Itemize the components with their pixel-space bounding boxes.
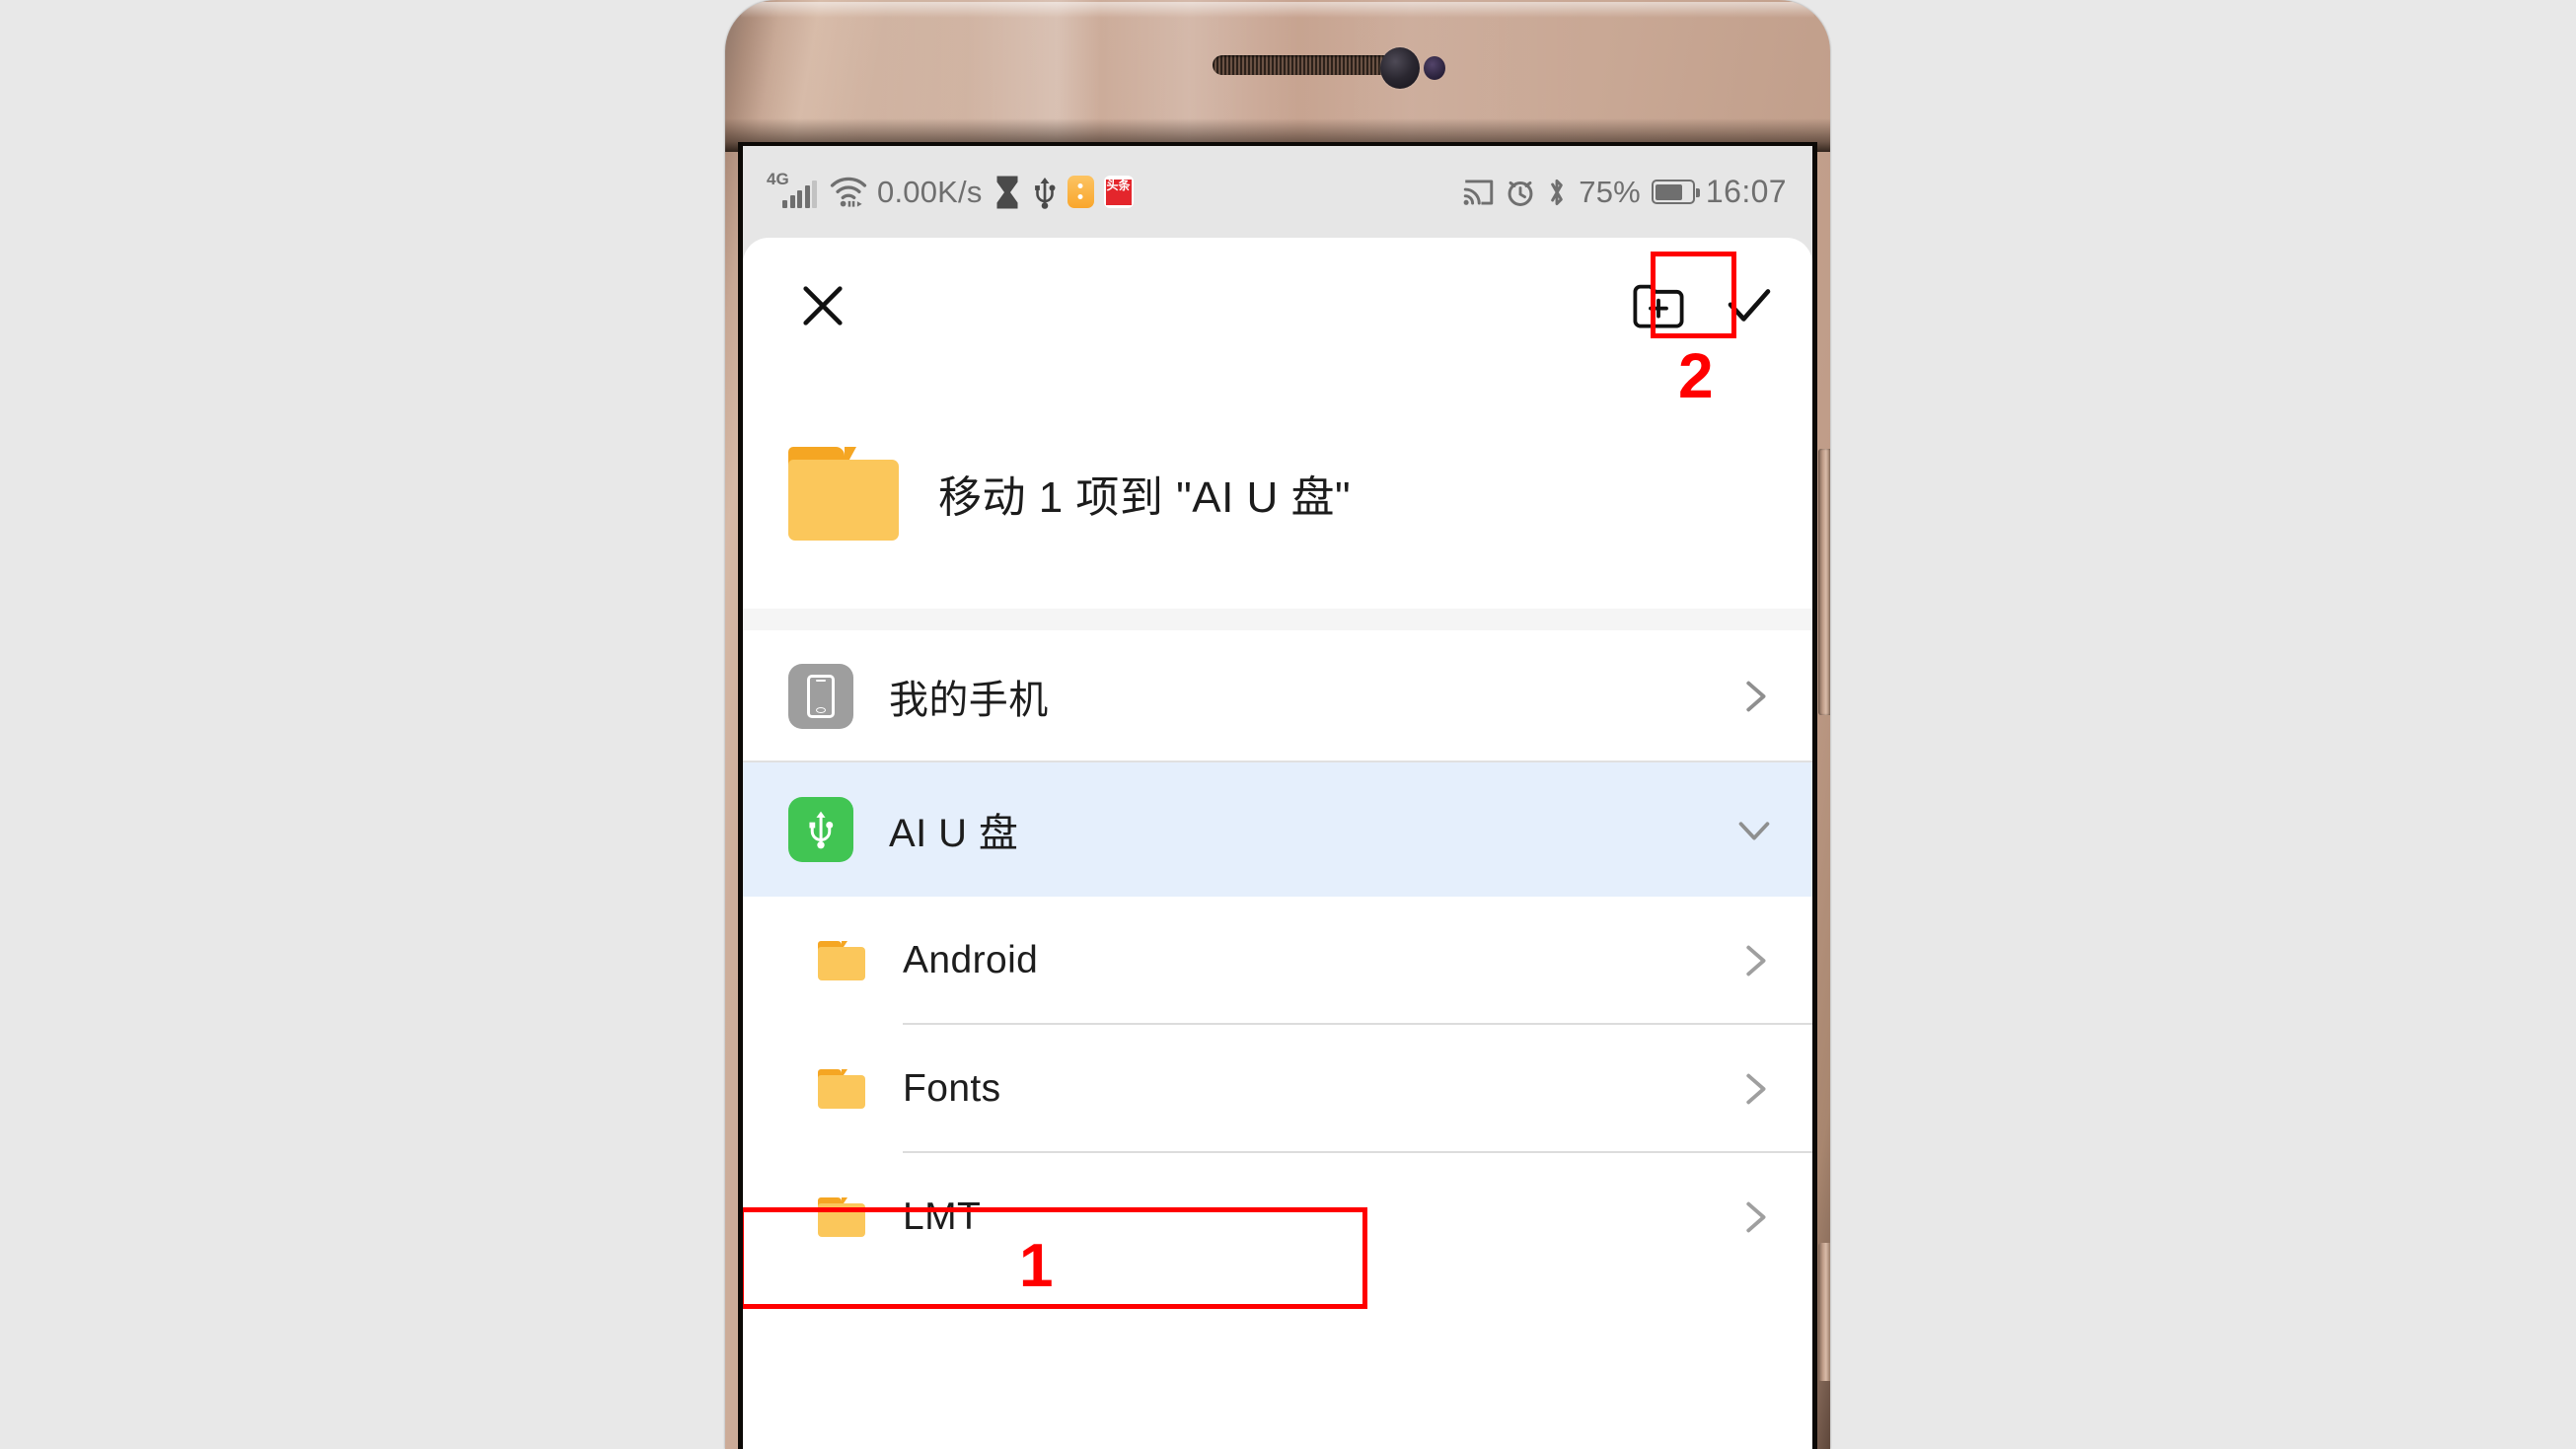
new-folder-icon xyxy=(1631,281,1686,335)
front-camera-icon xyxy=(1380,47,1420,89)
list-item-label: 我的手机 xyxy=(889,679,1049,722)
clock-label: 16:07 xyxy=(1705,174,1787,209)
phone-device: 4G 0.00K/s 头条 75% 16:07 2 移动 1 项到 "AI U … xyxy=(725,0,1830,1449)
move-summary-header: 移动 1 项到 "AI U 盘" xyxy=(743,378,1812,609)
annotation-label-step1: 1 xyxy=(1019,1232,1054,1300)
move-title-label: 移动 1 项到 "AI U 盘" xyxy=(938,473,1352,522)
list-item-ai-usb-drive[interactable]: AI U 盘 xyxy=(743,762,1812,897)
confirm-button[interactable] xyxy=(1708,266,1791,349)
proximity-sensor-icon xyxy=(1424,56,1445,80)
list-item-label: Android xyxy=(903,939,1039,981)
usb-icon xyxy=(1032,175,1058,210)
status-bar: 4G 0.00K/s 头条 75% 16:07 xyxy=(743,146,1812,238)
folder-icon xyxy=(788,446,899,541)
new-folder-button[interactable] xyxy=(1617,266,1700,349)
destination-list: 我的手机 AI U 盘 Android Fonts LMT 1 xyxy=(743,630,1812,1309)
data-rate-label: 0.00K/s xyxy=(877,174,983,209)
usb-icon xyxy=(788,797,853,862)
toutiao-label: 头条 xyxy=(1105,179,1132,205)
toutiao-app-icon: 头条 xyxy=(1103,176,1134,208)
desktop-backdrop: 4G 0.00K/s 头条 75% 16:07 2 移动 1 项到 "AI U … xyxy=(0,0,2576,1449)
list-item-my-phone[interactable]: 我的手机 xyxy=(743,630,1812,762)
sheet-toolbar: 2 xyxy=(743,238,1812,407)
cast-icon xyxy=(1462,179,1495,206)
list-item-label: AI U 盘 xyxy=(889,812,1019,855)
phone-screen: 4G 0.00K/s 头条 75% 16:07 2 移动 1 项到 "AI U … xyxy=(743,146,1812,1449)
list-item-fonts[interactable]: Fonts xyxy=(743,1025,1812,1153)
alarm-icon xyxy=(1506,178,1535,207)
phone-icon xyxy=(788,664,853,729)
signal-icon: 4G xyxy=(767,171,820,212)
folder-icon xyxy=(818,941,865,980)
frame-top-shine xyxy=(741,2,1814,18)
close-button[interactable] xyxy=(788,266,857,349)
app-notification-icon xyxy=(1067,176,1094,208)
list-item-android[interactable]: Android xyxy=(743,897,1812,1025)
chevron-right-icon[interactable] xyxy=(1731,674,1777,719)
move-to-sheet: 2 移动 1 项到 "AI U 盘" 我的手机 AI U 盘 Android F… xyxy=(743,238,1812,1449)
status-bar-right: 75% 16:07 xyxy=(1462,174,1787,210)
power-button[interactable] xyxy=(1818,1243,1830,1381)
chevron-right-icon[interactable] xyxy=(1731,1195,1777,1240)
check-icon xyxy=(1721,277,1778,339)
close-icon xyxy=(797,280,848,336)
annotation-label-step2: 2 xyxy=(1678,340,1714,411)
battery-percent-label: 75% xyxy=(1579,174,1641,209)
hourglass-icon xyxy=(993,175,1022,210)
chevron-right-icon[interactable] xyxy=(1731,1066,1777,1112)
battery-icon xyxy=(1651,180,1700,204)
list-item-label: Fonts xyxy=(903,1067,1001,1110)
bluetooth-icon xyxy=(1546,177,1568,208)
chevron-down-icon[interactable] xyxy=(1731,807,1777,852)
list-item-lmt[interactable]: LMT xyxy=(743,1153,1812,1281)
folder-icon xyxy=(818,1197,865,1237)
section-separator xyxy=(743,609,1812,630)
volume-button[interactable] xyxy=(1818,449,1830,715)
wifi-icon xyxy=(830,177,867,208)
folder-icon xyxy=(818,1069,865,1109)
status-bar-left: 4G 0.00K/s 头条 xyxy=(767,171,1134,212)
chevron-right-icon[interactable] xyxy=(1731,938,1777,983)
